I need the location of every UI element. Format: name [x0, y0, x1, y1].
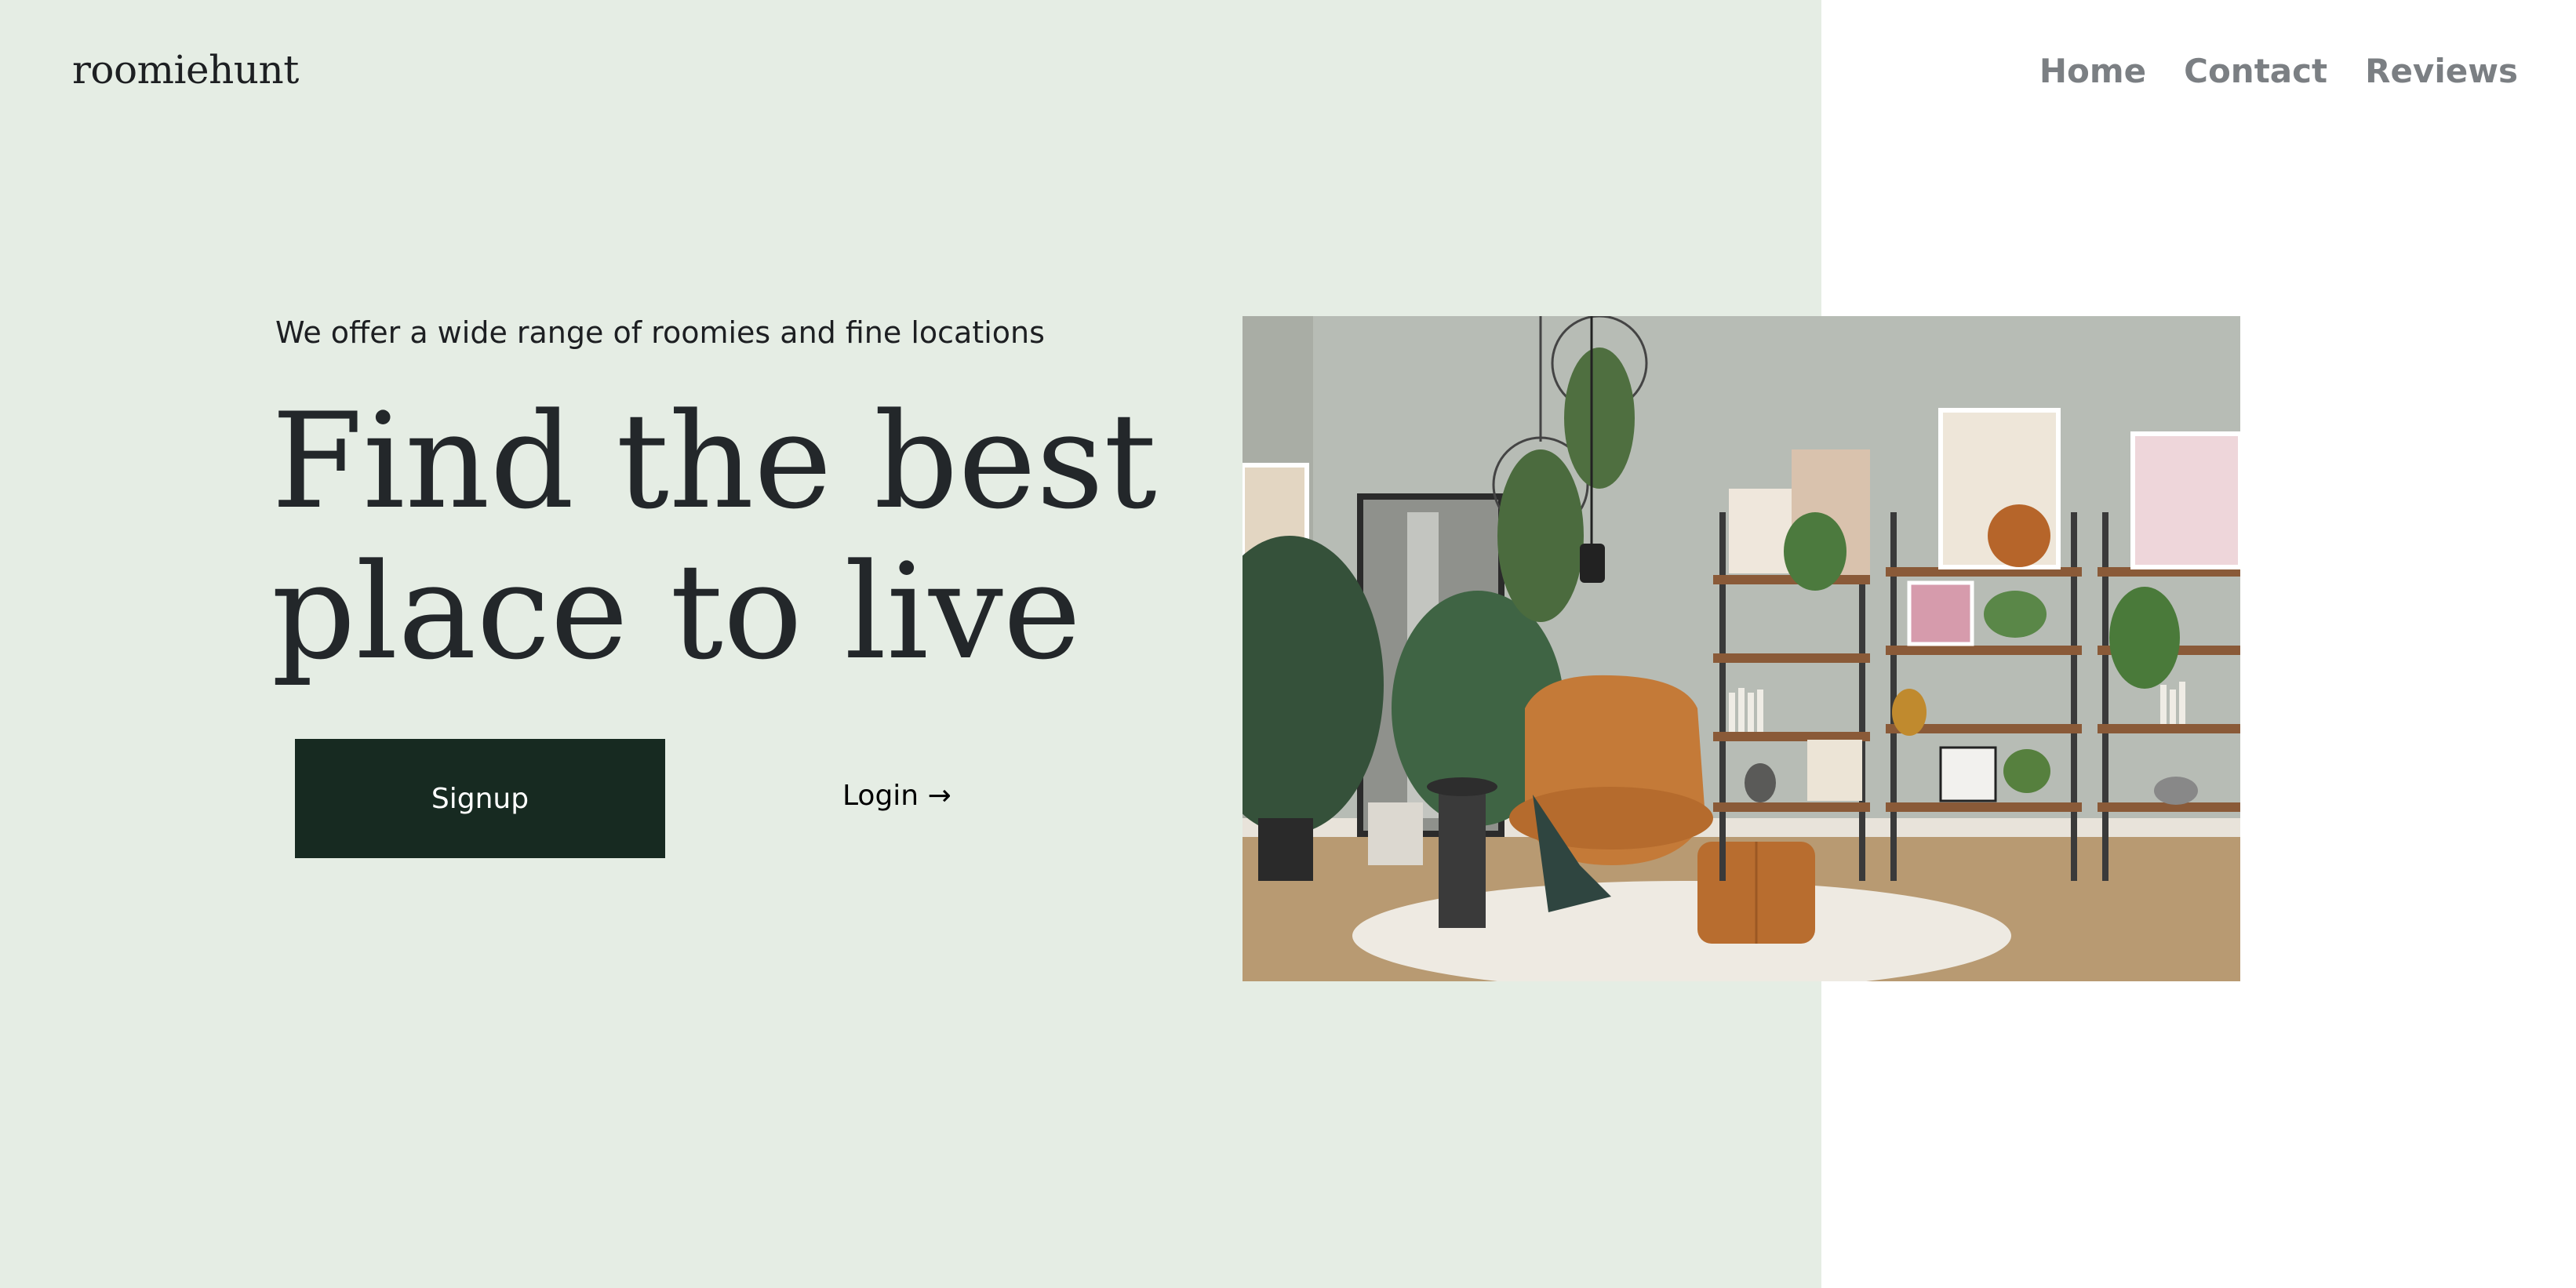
hero-living-room-photo — [1243, 316, 2240, 981]
main-nav: Home Contact Reviews — [2039, 52, 2518, 90]
hero-headline-line-2: place to live — [271, 535, 1082, 689]
living-room-illustration — [1243, 316, 2240, 981]
hero-tagline: We offer a wide range of roomies and fin… — [275, 315, 1045, 350]
nav-link-contact[interactable]: Contact — [2184, 52, 2327, 90]
hero-headline-line-1: Find the best — [271, 384, 1157, 538]
hero-headline: Find the best place to live — [271, 386, 1213, 687]
brand-logo[interactable]: roomiehunt — [72, 47, 299, 93]
signup-button[interactable]: Signup — [295, 739, 665, 858]
login-link[interactable]: Login → — [842, 780, 951, 812]
nav-link-home[interactable]: Home — [2039, 52, 2146, 90]
nav-link-reviews[interactable]: Reviews — [2365, 52, 2518, 90]
